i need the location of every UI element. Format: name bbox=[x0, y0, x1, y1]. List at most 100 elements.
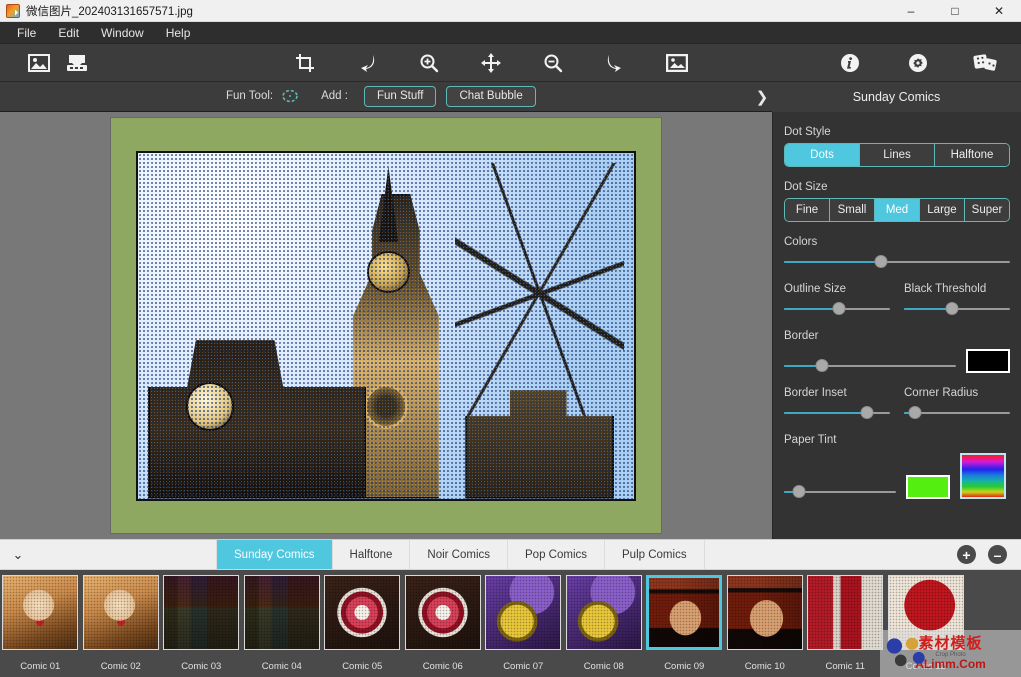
thumbnail-cell[interactable]: Comic 05 bbox=[322, 575, 403, 672]
thumbnail-cell[interactable]: Comic 04 bbox=[242, 575, 323, 672]
dot-style-lines[interactable]: Lines bbox=[860, 144, 935, 166]
thumbnail-image[interactable] bbox=[887, 575, 964, 650]
thumbnail-cell[interactable]: Comic 08 bbox=[564, 575, 645, 672]
chat-bubble-button[interactable]: Chat Bubble bbox=[446, 86, 536, 107]
menu-file[interactable]: File bbox=[6, 23, 47, 43]
tab-actions: + – bbox=[957, 540, 1021, 569]
tab-pop-comics[interactable]: Pop Comics bbox=[508, 540, 606, 569]
title-bar: 微信图片_202403131657571.jpg – □ ✕ bbox=[0, 0, 1021, 22]
crop-icon[interactable] bbox=[286, 48, 324, 78]
tab-sunday-comics[interactable]: Sunday Comics bbox=[216, 540, 333, 569]
black-threshold-knob[interactable] bbox=[945, 302, 959, 315]
thumbnail-cell[interactable]: Comic 06 bbox=[403, 575, 484, 672]
zoom-out-icon[interactable] bbox=[534, 48, 572, 78]
thumbnail-cell[interactable]: Comic 10 bbox=[725, 575, 806, 672]
border-color-swatch[interactable] bbox=[966, 349, 1010, 373]
thumbnail-cell[interactable]: Comic 01 bbox=[0, 575, 81, 672]
save-image-icon[interactable] bbox=[58, 48, 96, 78]
thumbnail-image[interactable] bbox=[807, 575, 884, 650]
corner-radius-slider[interactable] bbox=[904, 406, 1010, 420]
add-preset-button[interactable]: + bbox=[957, 545, 976, 564]
fun-tool-bar: Fun Tool: Add : Fun Stuff Chat Bubble ❯ … bbox=[0, 82, 1021, 112]
chevron-down-icon[interactable]: ⌄ bbox=[0, 540, 36, 569]
thumbnail-cell[interactable]: Comic 03 bbox=[161, 575, 242, 672]
border-knob[interactable] bbox=[815, 359, 829, 372]
thumbnail-image[interactable] bbox=[646, 575, 723, 650]
dashed-ellipse-icon[interactable] bbox=[281, 87, 299, 105]
thumbnail-halftone-overlay bbox=[405, 576, 480, 649]
dot-style-halftone[interactable]: Halftone bbox=[935, 144, 1009, 166]
dot-size-small[interactable]: Small bbox=[830, 199, 875, 221]
menu-window[interactable]: Window bbox=[90, 23, 155, 43]
border-slider[interactable] bbox=[784, 359, 956, 373]
chevron-right-icon[interactable]: ❯ bbox=[752, 88, 772, 106]
undo-icon[interactable] bbox=[348, 48, 386, 78]
tab-halftone[interactable]: Halftone bbox=[333, 540, 411, 569]
border-inset-slider[interactable] bbox=[784, 406, 890, 420]
move-icon[interactable] bbox=[472, 48, 510, 78]
outline-size-label: Outline Size bbox=[784, 283, 847, 295]
black-threshold-label: Black Threshold bbox=[904, 283, 987, 295]
colors-slider[interactable] bbox=[784, 255, 1010, 269]
thumbnail-image[interactable] bbox=[565, 575, 642, 650]
dot-size-fine[interactable]: Fine bbox=[785, 199, 830, 221]
thumbnail-label: Comic 05 bbox=[342, 661, 383, 672]
thumbnail-cell[interactable]: Comic 11 bbox=[805, 575, 886, 672]
thumbnail-image[interactable] bbox=[243, 575, 320, 650]
fun-stuff-button[interactable]: Fun Stuff bbox=[363, 86, 437, 107]
window-controls: – □ ✕ bbox=[889, 0, 1021, 22]
thumbnail-image[interactable] bbox=[163, 575, 240, 650]
thumbnail-cell[interactable]: Comic 07 bbox=[483, 575, 564, 672]
dot-size-large[interactable]: Large bbox=[920, 199, 965, 221]
icon-toolbar bbox=[0, 44, 1021, 82]
application-window: 微信图片_202403131657571.jpg – □ ✕ File Edit… bbox=[0, 0, 1021, 677]
thumbnail-image[interactable] bbox=[726, 575, 803, 650]
redo-icon[interactable] bbox=[596, 48, 634, 78]
edited-photo[interactable] bbox=[136, 150, 636, 501]
thumbnail-image[interactable] bbox=[2, 575, 79, 650]
tab-pulp-comics[interactable]: Pulp Comics bbox=[605, 540, 705, 569]
info-icon[interactable] bbox=[831, 48, 869, 78]
dot-size-label: Dot Size bbox=[784, 181, 828, 193]
open-image-icon[interactable] bbox=[20, 48, 58, 78]
dot-style-dots[interactable]: Dots bbox=[785, 144, 860, 166]
outline-size-slider[interactable] bbox=[784, 302, 890, 316]
dot-size-super[interactable]: Super bbox=[965, 199, 1009, 221]
tab-noir-comics[interactable]: Noir Comics bbox=[410, 540, 509, 569]
menu-edit[interactable]: Edit bbox=[47, 23, 90, 43]
colors-knob[interactable] bbox=[874, 255, 888, 268]
thumbnail-cell[interactable]: Comic 12 bbox=[886, 575, 967, 672]
thumbnail-halftone-overlay bbox=[244, 576, 319, 649]
paper-tint-swatch[interactable] bbox=[906, 475, 950, 499]
paper-tint-knob[interactable] bbox=[792, 485, 806, 498]
preset-thumbnail-strip[interactable]: Comic 01 Comic 02 Comic 03 Comic 04 Comic 05… bbox=[0, 570, 1021, 677]
fit-image-icon[interactable] bbox=[658, 48, 696, 78]
remove-preset-button[interactable]: – bbox=[988, 545, 1007, 564]
menu-help[interactable]: Help bbox=[155, 23, 202, 43]
thumbnail-image[interactable] bbox=[324, 575, 401, 650]
minimize-button[interactable]: – bbox=[889, 0, 933, 22]
thumbnail-halftone-overlay bbox=[164, 576, 239, 649]
corner-radius-knob[interactable] bbox=[908, 406, 922, 419]
close-button[interactable]: ✕ bbox=[977, 0, 1021, 22]
thumbnail-cell[interactable]: Comic 09 bbox=[644, 575, 725, 672]
thumbnail-halftone-overlay bbox=[566, 576, 641, 649]
dot-size-med[interactable]: Med bbox=[875, 199, 920, 221]
black-threshold-slider[interactable] bbox=[904, 302, 1010, 316]
image-canvas-area[interactable] bbox=[0, 112, 772, 539]
thumbnail-cell[interactable]: Comic 02 bbox=[81, 575, 162, 672]
menu-bar: File Edit Window Help bbox=[0, 22, 1021, 44]
color-picker-gradient[interactable] bbox=[960, 453, 1006, 499]
thumbnail-halftone-overlay bbox=[486, 576, 561, 649]
zoom-in-icon[interactable] bbox=[410, 48, 448, 78]
settings-icon[interactable] bbox=[899, 48, 937, 78]
thumbnail-image[interactable] bbox=[82, 575, 159, 650]
border-inset-knob[interactable] bbox=[860, 406, 874, 419]
outline-size-knob[interactable] bbox=[832, 302, 846, 315]
maximize-button[interactable]: □ bbox=[933, 0, 977, 22]
thumbnail-image[interactable] bbox=[485, 575, 562, 650]
outline-threshold-row: Outline Size Black Threshold bbox=[784, 283, 1010, 316]
thumbnail-image[interactable] bbox=[404, 575, 481, 650]
random-dice-icon[interactable] bbox=[967, 48, 1005, 78]
paper-tint-slider[interactable] bbox=[784, 485, 896, 499]
